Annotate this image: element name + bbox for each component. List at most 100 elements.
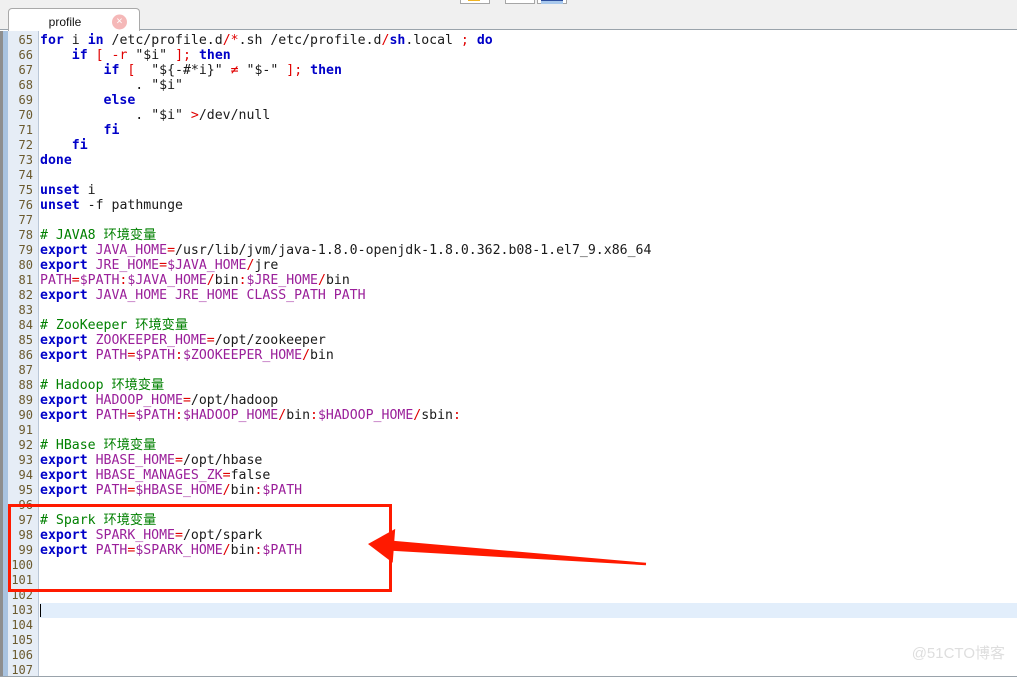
code-content[interactable]: for i in /etc/profile.d/*.sh /etc/profil… — [40, 31, 1017, 676]
code-line[interactable]: # Hadoop 环境变量 — [40, 378, 164, 393]
code-token: = — [182, 393, 191, 408]
code-line[interactable]: export PATH=$HBASE_HOME/bin:$PATH — [40, 483, 302, 498]
code-token: # HBase 环境变量 — [40, 438, 157, 453]
code-token: HBASE_MANAGES_ZK — [95, 468, 223, 483]
code-token: SPARK_HOME — [95, 528, 175, 543]
code-token: unset — [40, 183, 80, 198]
toolbar-icon-1 — [468, 0, 480, 1]
code-line[interactable]: # Spark 环境变量 — [40, 513, 156, 528]
line-number: 65 — [18, 33, 33, 47]
line-number: 90 — [18, 408, 33, 422]
line-number: 95 — [18, 483, 33, 497]
toolbar-icon-3b — [541, 1, 563, 4]
code-token: jre — [254, 258, 279, 273]
close-icon[interactable]: × — [112, 14, 127, 30]
line-number: 103 — [11, 603, 33, 617]
line-number: 96 — [18, 498, 33, 512]
code-token: # Hadoop 环境变量 — [40, 378, 165, 393]
code-token: ZOOKEEPER_HOME — [95, 333, 207, 348]
code-line[interactable]: export HBASE_MANAGES_ZK=false — [40, 468, 270, 483]
code-token: export — [40, 333, 88, 348]
code-token: $HADOOP_HOME — [317, 408, 414, 423]
line-number: 67 — [18, 63, 33, 77]
code-token: .sh — [238, 33, 271, 48]
code-token: false — [230, 468, 271, 483]
line-number: 81 — [18, 273, 33, 287]
code-token: export — [40, 348, 88, 363]
code-line[interactable]: export ZOOKEEPER_HOME=/opt/zookeeper — [40, 333, 326, 348]
code-line[interactable]: . "$i" >/dev/null — [40, 108, 270, 123]
code-line[interactable]: if [ -r "$i" ]; then — [40, 48, 231, 63]
status-bar — [0, 676, 1017, 685]
line-number: 84 — [18, 318, 33, 332]
code-token: fi — [71, 138, 88, 153]
code-line[interactable]: . "$i" — [40, 78, 183, 93]
code-token: i — [87, 183, 96, 198]
code-token: /opt/hadoop — [190, 393, 279, 408]
code-token: : — [452, 408, 461, 423]
code-line[interactable]: export PATH=$SPARK_HOME/bin:$PATH — [40, 543, 302, 558]
code-line[interactable]: unset -f pathmunge — [40, 198, 183, 213]
code-token: bin — [310, 348, 334, 363]
code-line[interactable]: export PATH=$PATH:$HADOOP_HOME/bin:$HADO… — [40, 408, 461, 423]
line-number-gutter: 65 66 67 68 69 70 71 72 73 74 75 76 77 78 79 80 81 82 83 84… — [8, 31, 39, 676]
line-number: 68 — [18, 78, 33, 92]
code-line[interactable]: unset i — [40, 183, 96, 198]
code-line[interactable]: for i in /etc/profile.d/*.sh /etc/profil… — [40, 33, 493, 48]
line-number: 83 — [18, 303, 33, 317]
code-token: / — [222, 543, 231, 558]
code-token: bin — [325, 273, 350, 288]
code-line[interactable]: fi — [40, 138, 88, 153]
code-token: PATH — [95, 543, 128, 558]
code-line[interactable]: export JRE_HOME=$JAVA_HOME/jre — [40, 258, 278, 273]
code-token: export — [40, 543, 88, 558]
code-token: /* — [222, 33, 239, 48]
code-token: / — [317, 273, 326, 288]
code-token: bin — [214, 273, 239, 288]
toolbar-button-3[interactable] — [537, 0, 567, 4]
code-line[interactable]: export HBASE_HOME=/opt/hbase — [40, 453, 262, 468]
code-line[interactable]: else — [40, 93, 136, 108]
code-token: = — [167, 243, 176, 258]
code-token: ] — [175, 48, 184, 63]
line-number: 87 — [18, 363, 33, 377]
code-token: PATH — [95, 348, 128, 363]
code-line[interactable]: fi — [40, 123, 120, 138]
code-line[interactable]: export PATH=$PATH:$ZOOKEEPER_HOME/bin — [40, 348, 334, 363]
code-line[interactable]: # HBase 环境变量 — [40, 438, 156, 453]
code-token: JRE_HOME — [95, 258, 160, 273]
code-token: /usr/lib/jvm/java-1.8.0-openjdk-1.8.0.36… — [175, 243, 652, 258]
code-line[interactable]: export SPARK_HOME=/opt/spark — [40, 528, 262, 543]
toolbar-button-1[interactable] — [460, 0, 490, 4]
code-token: $HADOOP_HOME — [182, 408, 279, 423]
code-line[interactable]: export HADOOP_HOME=/opt/hadoop — [40, 393, 278, 408]
code-line[interactable]: # ZooKeeper 环境变量 — [40, 318, 188, 333]
code-line[interactable]: # JAVA8 环境变量 — [40, 228, 156, 243]
code-line[interactable]: PATH=$PATH:$JAVA_HOME/bin:$JRE_HOME/bin — [40, 273, 350, 288]
code-token: export — [40, 243, 88, 258]
code-token: # Spark 环境变量 — [40, 513, 157, 528]
code-line[interactable]: export JAVA_HOME=/usr/lib/jvm/java-1.8.0… — [40, 243, 651, 258]
code-token: = — [159, 258, 168, 273]
code-line[interactable]: done — [40, 153, 72, 168]
code-token: $JRE_HOME — [246, 273, 318, 288]
line-number: 72 — [18, 138, 33, 152]
code-line[interactable]: if [ "${-#*i}" ≠ "$-" ]; then — [40, 63, 342, 78]
toolbar-button-2[interactable] — [505, 0, 535, 4]
line-number: 73 — [18, 153, 33, 167]
code-token: export — [40, 453, 88, 468]
code-line[interactable]: export JAVA_HOME JRE_HOME CLASS_PATH PAT… — [40, 288, 366, 303]
code-editor[interactable]: 65 66 67 68 69 70 71 72 73 74 75 76 77 78 79 80 81 82 83 84… — [0, 31, 1017, 676]
code-token: ; — [460, 33, 469, 48]
